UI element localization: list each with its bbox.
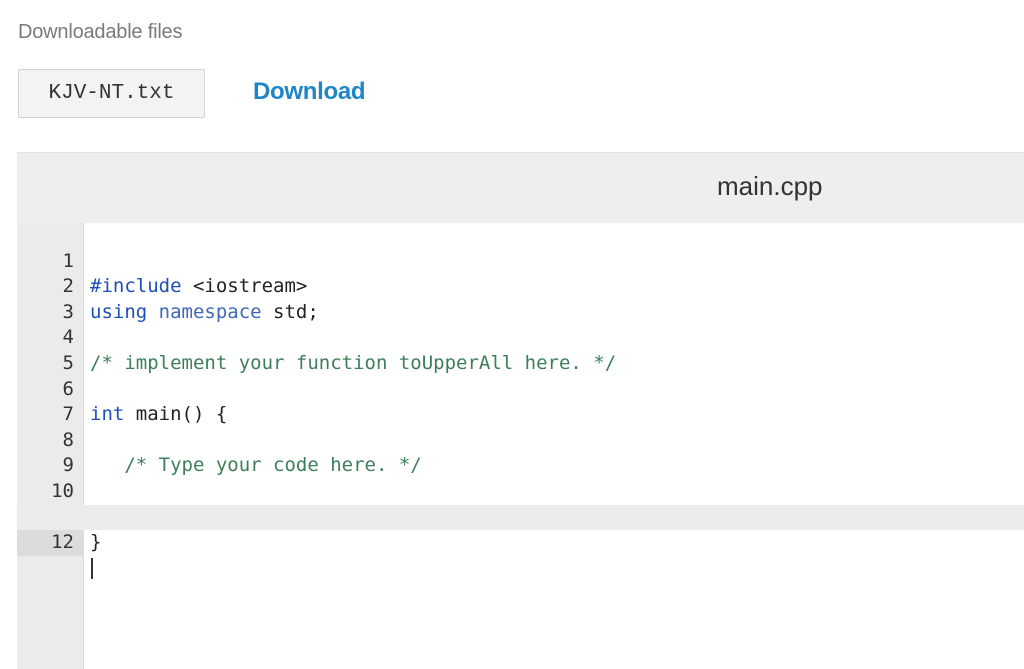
code-editor: main.cpp 1 #include <iostream> 2 using n… <box>17 152 1024 669</box>
download-link[interactable]: Download <box>253 78 366 106</box>
code-line[interactable]: 6 int main() { <box>17 351 1024 426</box>
code-line[interactable]: 9 <box>17 428 1024 476</box>
code-line[interactable]: 2 using namespace std; <box>17 249 1024 323</box>
code-line[interactable]: 11 } <box>17 479 1024 554</box>
code-line[interactable]: 4 /* implement your function toUpperAll … <box>17 300 1024 374</box>
code-text-area[interactable]: 1 #include <iostream> 2 using namespace … <box>17 223 1024 669</box>
code-content <box>90 556 93 582</box>
code-line[interactable]: 1 #include <iostream> <box>17 223 1024 298</box>
line-number: 12 <box>17 530 83 556</box>
code-line[interactable]: 7 <box>17 377 1024 425</box>
code-line[interactable]: 10 return 0; <box>17 453 1024 528</box>
code-line-active[interactable]: 12 <box>17 504 1024 579</box>
editor-filename: main.cpp <box>717 171 823 201</box>
file-name-chip: KJV-NT.txt <box>18 69 205 118</box>
text-cursor <box>91 557 93 579</box>
code-line[interactable]: 8 /* Type your code here. */ <box>17 402 1024 477</box>
page: Downloadable files KJV-NT.txt Download m… <box>0 0 1024 669</box>
code-line[interactable]: 5 <box>17 325 1024 374</box>
code-line[interactable]: 3 <box>17 274 1024 323</box>
downloadable-files-heading: Downloadable files <box>18 21 183 43</box>
editor-header: main.cpp <box>17 153 1024 223</box>
